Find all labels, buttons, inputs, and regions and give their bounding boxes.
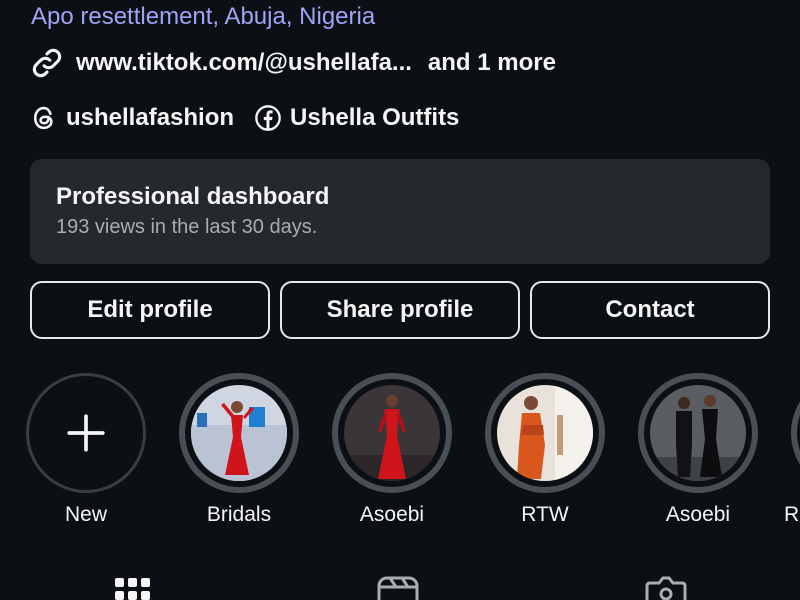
- highlight-cover-image: [650, 385, 746, 481]
- link-icon: [32, 48, 62, 78]
- story-highlights: New Bridals Asoebi RTW Asoebi R: [0, 373, 800, 533]
- tagged-icon[interactable]: [645, 574, 687, 600]
- dashboard-title: Professional dashboard: [56, 183, 330, 210]
- more-links-text[interactable]: and 1 more: [428, 49, 556, 77]
- social-links-row: ushellafashion Ushella Outfits: [30, 104, 479, 132]
- contact-button[interactable]: Contact: [530, 281, 770, 339]
- share-profile-button[interactable]: Share profile: [280, 281, 520, 339]
- highlight-label: RTW: [521, 503, 569, 526]
- grid-icon[interactable]: [115, 574, 151, 600]
- highlight-ring: [638, 373, 758, 493]
- highlight-asoebi-1[interactable]: Asoebi: [317, 373, 467, 527]
- facebook-name[interactable]: Ushella Outfits: [290, 104, 459, 132]
- highlight-ring: [485, 373, 605, 493]
- profile-content-tabs: [0, 574, 800, 600]
- highlight-ring: [179, 373, 299, 493]
- website-link-text[interactable]: www.tiktok.com/@ushellafa...: [76, 49, 412, 77]
- highlight-label: Bridals: [206, 503, 272, 526]
- facebook-link[interactable]: Ushella Outfits: [254, 104, 459, 132]
- website-link-row[interactable]: www.tiktok.com/@ushellafa... and 1 more: [30, 46, 556, 80]
- plus-icon: [67, 414, 105, 452]
- reels-icon[interactable]: [377, 574, 419, 600]
- new-highlight-circle[interactable]: [26, 373, 146, 493]
- highlight-cover-image: [191, 385, 287, 481]
- highlight-new[interactable]: New: [11, 373, 161, 527]
- threads-icon: [33, 106, 53, 130]
- highlight-label: R: [784, 503, 800, 526]
- highlight-ring: [332, 373, 452, 493]
- facebook-icon: [255, 105, 281, 131]
- highlight-rtw[interactable]: RTW: [470, 373, 620, 527]
- highlight-asoebi-2[interactable]: Asoebi: [623, 373, 773, 527]
- threads-handle[interactable]: ushellafashion: [66, 104, 234, 132]
- edit-profile-button[interactable]: Edit profile: [30, 281, 270, 339]
- highlight-label: Asoebi: [359, 503, 425, 526]
- threads-link[interactable]: ushellafashion: [30, 104, 234, 132]
- location-link[interactable]: Apo resettlement, Abuja, Nigeria: [31, 3, 375, 31]
- profile-screen: Apo resettlement, Abuja, Nigeria www.tik…: [0, 0, 800, 600]
- highlight-cover-image: [344, 385, 440, 481]
- highlight-ring: [791, 373, 800, 493]
- highlight-partial[interactable]: R: [776, 373, 800, 527]
- highlight-cover-image: [497, 385, 593, 481]
- dashboard-subtitle: 193 views in the last 30 days.: [56, 216, 318, 238]
- profile-action-buttons: Edit profile Share profile Contact: [30, 281, 770, 339]
- highlight-label: Asoebi: [665, 503, 731, 526]
- highlight-bridals[interactable]: Bridals: [164, 373, 314, 527]
- highlight-label: New: [64, 503, 107, 526]
- professional-dashboard-card[interactable]: Professional dashboard 193 views in the …: [30, 159, 770, 264]
